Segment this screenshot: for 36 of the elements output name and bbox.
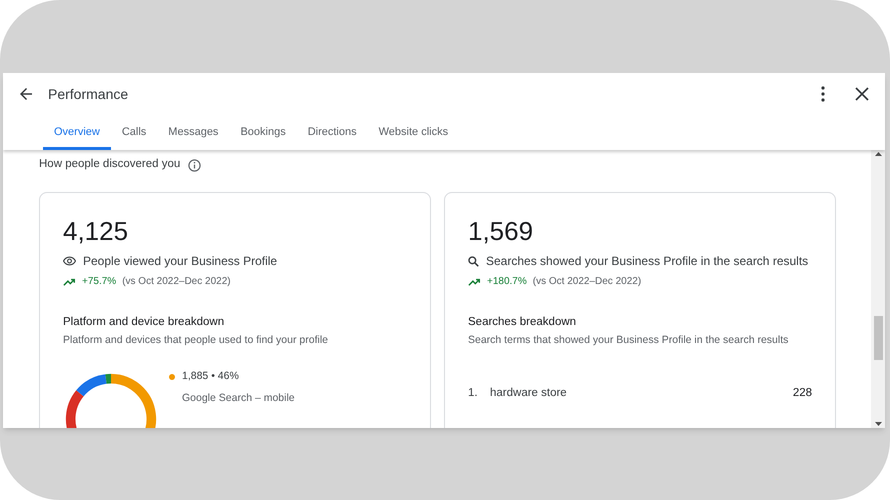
trending-up-icon	[63, 278, 76, 286]
change-percent: +180.7%	[487, 275, 527, 289]
tab[interactable]: Overview	[43, 115, 111, 150]
scroll-up-icon[interactable]	[874, 152, 882, 156]
breakdown-subtitle: Search terms that showed your Business Profile in the search results	[468, 333, 790, 348]
legend-label: Google Search – mobile	[182, 390, 295, 406]
comparison-period: (vs Oct 2022–Dec 2022)	[122, 275, 231, 289]
change-percent: +75.7%	[82, 275, 116, 289]
breakdown-title: Platform and device breakdown	[63, 315, 226, 330]
tab[interactable]: Bookings	[229, 115, 297, 150]
search-icon	[468, 256, 479, 266]
scrollbar[interactable]	[871, 150, 885, 428]
breakdown-title: Searches breakdown	[468, 315, 578, 330]
metric-label: People viewed your Business Profile	[83, 253, 278, 270]
tab[interactable]: Website clicks	[368, 115, 460, 150]
search-term: hardware store	[490, 386, 568, 401]
dialog-title: Performance	[48, 84, 128, 104]
scroll-down-icon[interactable]	[874, 422, 882, 426]
total-count: 4,125	[63, 215, 130, 247]
info-icon[interactable]	[188, 158, 202, 172]
trending-up-icon	[468, 278, 481, 286]
scrollbar-thumb[interactable]	[874, 316, 882, 360]
close-icon[interactable]	[855, 87, 869, 101]
legend-value: 1,885 • 46%	[182, 369, 239, 384]
eye-icon	[63, 256, 76, 266]
metric-label: Searches showed your Business Profile in the search results	[486, 253, 808, 270]
total-count: 1,569	[468, 215, 534, 247]
comparison-period: (vs Oct 2022–Dec 2022)	[532, 275, 642, 289]
rank-number: 1.	[468, 386, 479, 401]
tab[interactable]: Messages	[157, 115, 230, 150]
section-title: How people discovered you	[39, 157, 180, 172]
tab[interactable]: Calls	[110, 115, 158, 150]
search-count: 228	[792, 386, 812, 401]
tab[interactable]: Directions	[296, 115, 368, 150]
more-options-icon[interactable]	[821, 86, 825, 102]
breakdown-subtitle: Platform and devices that people used to find your profile	[63, 333, 329, 348]
